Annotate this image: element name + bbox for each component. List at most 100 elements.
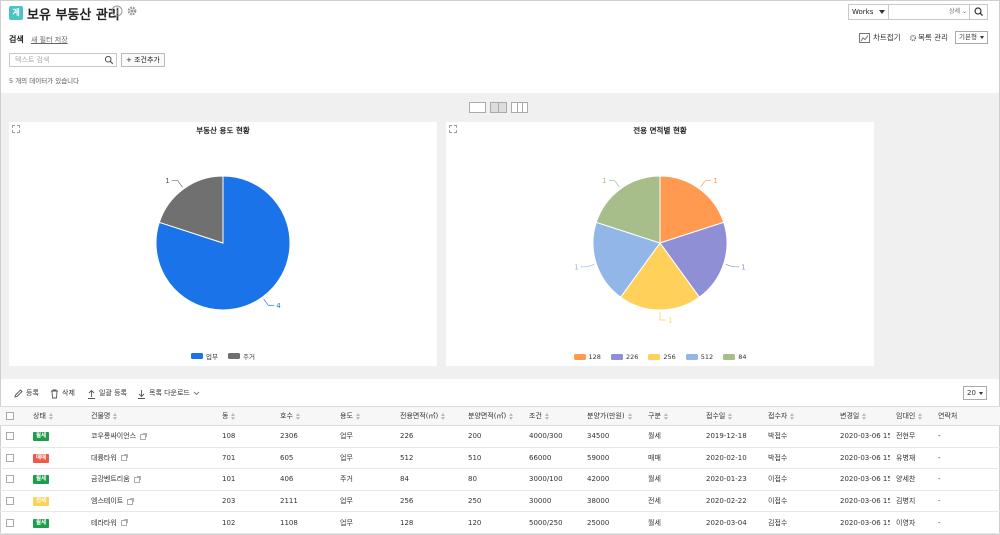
column-header[interactable]: 상태	[27, 406, 85, 426]
search-button[interactable]	[969, 5, 987, 19]
column-header[interactable]: 접수일	[700, 406, 762, 426]
cell-receiver: 이접수	[762, 490, 834, 513]
building-name[interactable]: 대륭타워	[91, 454, 117, 462]
column-header[interactable]: 용도	[334, 406, 394, 426]
chart-card-area: 전용 면적별 현황 11111 128 226 256 512 84	[446, 122, 874, 366]
external-link-icon[interactable]	[120, 519, 128, 527]
building-cell[interactable]: 코우롱싸이언스	[85, 425, 216, 448]
delete-button[interactable]: 삭제	[50, 388, 75, 399]
external-link-icon[interactable]	[120, 454, 128, 462]
legend-item[interactable]: 128	[573, 353, 601, 361]
status-badge[interactable]: 월세	[33, 432, 50, 442]
external-link-icon[interactable]	[133, 476, 141, 483]
table-row[interactable]: 매매 대륭타워 701 605 업무 512 510 66000 59000 매매 2020-02-…	[0, 447, 1000, 470]
cell-dong: 701	[216, 447, 274, 470]
legend-item[interactable]: 84	[723, 353, 746, 361]
add-condition-button[interactable]: + 조건추가	[121, 53, 165, 67]
legend-item[interactable]: 512	[685, 353, 713, 361]
building-cell[interactable]: 테라타워	[85, 511, 216, 534]
search-scope-select[interactable]: Works	[849, 5, 889, 19]
pie-data-label: 1	[165, 177, 169, 185]
row-checkbox[interactable]	[6, 453, 14, 462]
gear-icon	[909, 34, 917, 42]
cell-dong: 108	[216, 425, 274, 448]
text-search-input[interactable]: 텍스트 검색	[9, 53, 117, 67]
column-header[interactable]: 구분	[642, 406, 700, 426]
column-header[interactable]: 접수자	[762, 406, 834, 426]
status-badge[interactable]: 매매	[33, 453, 50, 463]
register-label: 등록	[26, 389, 39, 397]
cell-received: 2020-03-04	[700, 511, 762, 534]
row-checkbox[interactable]	[6, 432, 14, 441]
building-cell[interactable]: 대륭타워	[85, 447, 216, 470]
cell-dong: 102	[216, 511, 274, 534]
building-cell[interactable]: 금강벤트리움	[85, 468, 216, 491]
cell-contact: -	[932, 511, 1000, 534]
select-all-checkbox[interactable]	[6, 412, 14, 420]
cell-contact: -	[932, 425, 1000, 448]
building-cell[interactable]: 엠스테이트	[85, 490, 216, 513]
search-detail-toggle[interactable]: 상세 ⌄	[949, 5, 967, 19]
column-header[interactable]: 건물명	[85, 406, 216, 426]
bulk-register-button[interactable]: 일괄 등록	[87, 388, 127, 399]
pie-leader-line	[659, 312, 666, 321]
pie-data-label: 1	[574, 263, 578, 271]
column-header[interactable]: 분양면적(㎡)	[462, 406, 523, 426]
search-icon[interactable]	[104, 55, 114, 65]
cell-lessor: 양세찬	[890, 468, 932, 491]
column-header[interactable]: 호수	[274, 406, 334, 426]
column-header[interactable]: 전용면적(㎡)	[394, 406, 462, 426]
layout-two-column-button[interactable]	[490, 102, 507, 113]
status-badge[interactable]: 월세	[33, 475, 50, 485]
cell-contact: -	[932, 447, 1000, 470]
building-name[interactable]: 테라타워	[91, 519, 117, 527]
cell-type: 전세	[642, 490, 700, 513]
legend-swatch	[573, 354, 586, 360]
column-header[interactable]: 연락처	[932, 406, 1000, 426]
table-row[interactable]: 월세 테라타워 102 1108 업무 128 120 5000/250 25000 월세 2020…	[0, 511, 1000, 534]
cell-price: 42000	[581, 468, 642, 491]
legend-item[interactable]: 226	[610, 353, 638, 361]
row-checkbox[interactable]	[6, 518, 14, 527]
row-checkbox[interactable]	[6, 475, 14, 484]
table-row[interactable]: 월세 금강벤트리움 101 406 주거 84 80 3000/100 42000 월세 2020-…	[0, 468, 1000, 491]
column-header[interactable]: 변경일	[834, 406, 890, 426]
register-button[interactable]: 등록	[14, 388, 39, 399]
layout-three-column-button[interactable]	[511, 102, 528, 113]
building-name[interactable]: 코우롱싸이언스	[91, 432, 136, 440]
table-row[interactable]: 월세 코우롱싸이언스 108 2306 업무 226 200 4000/300 34500 월세 2…	[0, 425, 1000, 448]
legend-item[interactable]: 256	[648, 353, 676, 361]
building-name[interactable]: 금강벤트리움	[91, 475, 130, 483]
column-header[interactable]: 분양가(만원)	[581, 406, 642, 426]
row-checkbox[interactable]	[6, 497, 14, 506]
pie-leader-line	[608, 180, 620, 188]
pie-leader-line	[700, 180, 712, 188]
save-filter-link[interactable]: 새 필터 저장	[31, 35, 68, 45]
cell-use: 업무	[334, 490, 394, 513]
download-list-button[interactable]: 목록 다운로드	[137, 388, 200, 399]
external-link-icon[interactable]	[140, 432, 147, 440]
column-header[interactable]: 동	[216, 406, 274, 426]
external-link-icon[interactable]	[127, 497, 135, 505]
page-size-select[interactable]: 20	[963, 386, 987, 400]
collapse-chart-button[interactable]: 차트접기	[873, 33, 901, 43]
column-header[interactable]: 임대인	[890, 406, 932, 426]
view-mode-select[interactable]: 기본형	[955, 31, 988, 44]
list-manage-button[interactable]: 목록 관리	[918, 33, 948, 43]
status-badge[interactable]: 전세	[33, 497, 50, 507]
legend-item[interactable]: 업무	[191, 351, 218, 361]
status-badge[interactable]: 월세	[33, 518, 50, 528]
download-icon	[138, 389, 145, 399]
building-name[interactable]: 엠스테이트	[91, 497, 123, 505]
cell-price: 59000	[581, 447, 642, 470]
table-row[interactable]: 전세 엠스테이트 203 2111 업무 256 250 30000 38000 전세 2020-0…	[0, 490, 1000, 513]
legend-item[interactable]: 주거	[228, 351, 255, 361]
layout-one-column-button[interactable]	[469, 102, 486, 113]
global-search[interactable]: Works 상세 ⌄	[848, 4, 988, 20]
gear-icon[interactable]	[126, 5, 138, 17]
column-header[interactable]: 조건	[523, 406, 581, 426]
info-icon[interactable]	[111, 5, 123, 17]
chevron-down-icon	[979, 392, 983, 395]
legend-label: 업무	[206, 353, 218, 361]
cell-ho: 2306	[274, 425, 334, 448]
